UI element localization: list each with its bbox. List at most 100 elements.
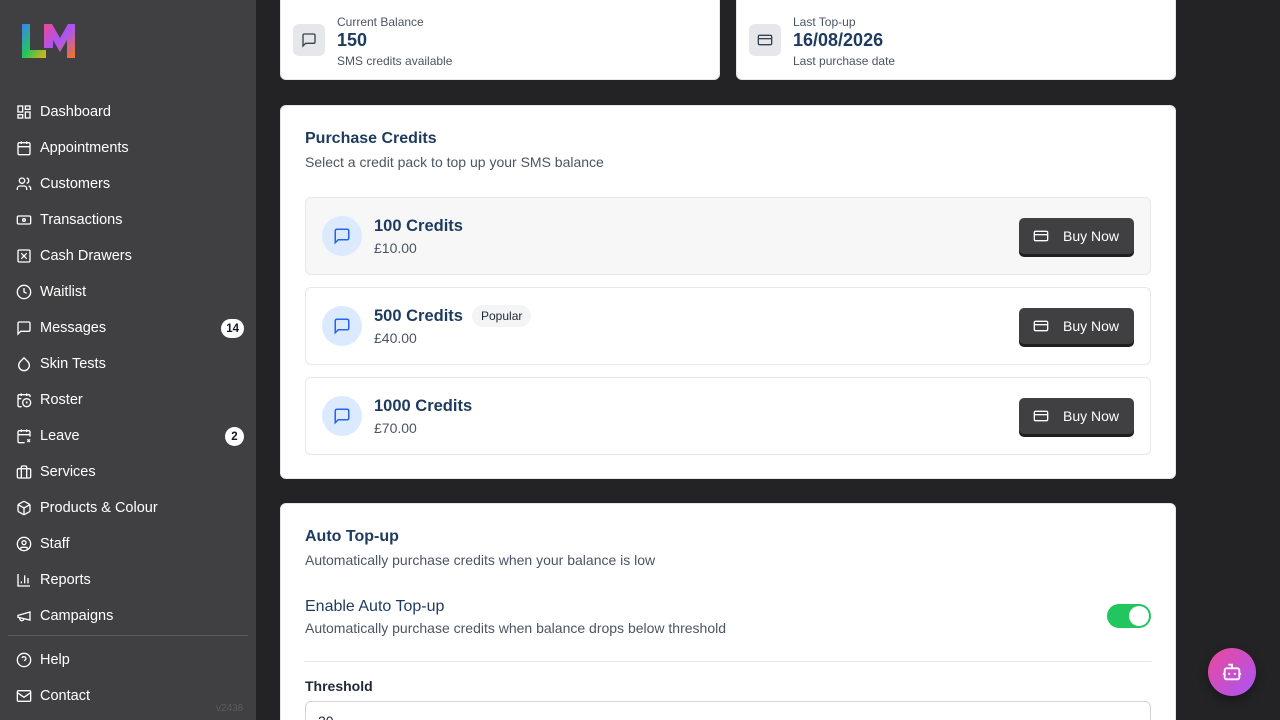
- sidebar-item-messages[interactable]: Messages 14: [8, 310, 248, 346]
- sidebar-nav: Dashboard Appointments Customers Transac…: [8, 94, 248, 634]
- stat-label: Last Top-up: [793, 15, 856, 29]
- message-icon: [293, 24, 325, 56]
- briefcase-icon: [16, 465, 32, 479]
- enable-auto-topup-description: Automatically purchase credits when bala…: [305, 620, 727, 636]
- sidebar-item-label: Products & Colour: [40, 500, 158, 516]
- bar-chart-icon: [17, 574, 30, 587]
- sidebar-item-label: Leave: [40, 428, 80, 444]
- button-label: Buy Now: [1063, 408, 1120, 424]
- message-icon: [17, 321, 31, 336]
- threshold-input[interactable]: [305, 701, 1151, 720]
- sidebar-item-label: Staff: [40, 536, 70, 552]
- last-topup-card: Last Top-up 16/08/2026 Last purchase dat…: [736, 0, 1176, 80]
- leave-count-badge: 2: [225, 427, 244, 446]
- sidebar-item-reports[interactable]: Reports: [8, 562, 248, 598]
- buy-now-button[interactable]: Buy Now: [1019, 308, 1134, 344]
- sidebar-item-leave[interactable]: Leave 2: [8, 418, 248, 454]
- sidebar-item-products-colour[interactable]: Products & Colour: [8, 490, 248, 526]
- stat-label: Current Balance: [337, 15, 424, 29]
- sidebar-item-label: Help: [40, 652, 70, 668]
- credit-card-icon: [1033, 230, 1049, 242]
- sidebar-item-label: Campaigns: [40, 608, 114, 624]
- cash-drawer-icon: [17, 249, 31, 263]
- sidebar-item-contact[interactable]: Contact: [8, 678, 248, 714]
- stat-subtext: Last purchase date: [793, 54, 896, 68]
- button-label: Buy Now: [1063, 318, 1120, 334]
- sidebar-item-staff[interactable]: Staff: [8, 526, 248, 562]
- popular-badge: Popular: [472, 305, 532, 327]
- message-icon: [322, 216, 362, 256]
- toggle-knob: [1129, 606, 1149, 626]
- sidebar-item-label: Skin Tests: [40, 356, 106, 372]
- assistant-bot-button[interactable]: [1208, 648, 1256, 696]
- section-title: Purchase Credits: [305, 130, 437, 147]
- sidebar-item-dashboard[interactable]: Dashboard: [8, 94, 248, 130]
- bot-icon: [1222, 663, 1242, 681]
- credit-card-icon: [749, 24, 781, 56]
- sidebar-item-roster[interactable]: Roster: [8, 382, 248, 418]
- droplet-icon: [18, 356, 30, 372]
- stat-subtext: SMS credits available: [337, 54, 453, 68]
- pack-name: 1000 Credits: [374, 397, 473, 415]
- pack-price: £40.00: [374, 330, 417, 346]
- calendar-x-icon: [17, 429, 31, 444]
- sidebar-item-campaigns[interactable]: Campaigns: [8, 598, 248, 634]
- package-icon: [17, 500, 31, 516]
- sidebar-item-skin-tests[interactable]: Skin Tests: [8, 346, 248, 382]
- clock-icon: [16, 284, 32, 300]
- sidebar-item-label: Waitlist: [40, 284, 87, 300]
- auto-topup-card: Auto Top-up Automatically purchase credi…: [280, 503, 1176, 720]
- button-label: Buy Now: [1063, 228, 1120, 244]
- sidebar-item-label: Customers: [40, 176, 111, 192]
- pack-price: £70.00: [374, 420, 417, 436]
- sidebar-item-label: Appointments: [40, 140, 129, 156]
- purchase-credits-card: Purchase Credits Select a credit pack to…: [280, 105, 1176, 479]
- sidebar-item-cash-drawers[interactable]: Cash Drawers: [8, 238, 248, 274]
- dashboard-icon: [17, 105, 31, 119]
- buy-now-button[interactable]: Buy Now: [1019, 218, 1134, 254]
- messages-count-badge: 14: [221, 319, 244, 338]
- section-title: Auto Top-up: [305, 528, 399, 545]
- banknote-icon: [16, 215, 32, 225]
- sidebar-divider: [8, 635, 248, 636]
- last-topup-value: 16/08/2026: [793, 30, 884, 50]
- user-circle-icon: [16, 536, 32, 552]
- credit-card-icon: [1033, 320, 1049, 332]
- message-icon: [322, 306, 362, 346]
- sidebar: Dashboard Appointments Customers Transac…: [0, 0, 256, 720]
- sidebar-item-services[interactable]: Services: [8, 454, 248, 490]
- auto-topup-toggle[interactable]: [1107, 604, 1151, 628]
- sidebar-item-customers[interactable]: Customers: [8, 166, 248, 202]
- sidebar-item-appointments[interactable]: Appointments: [8, 130, 248, 166]
- threshold-label: Threshold: [305, 678, 373, 694]
- pack-price: £10.00: [374, 240, 417, 256]
- credit-pack-1000[interactable]: 1000 Credits £70.00 Buy Now: [305, 377, 1151, 455]
- enable-auto-topup-label: Enable Auto Top-up: [305, 598, 445, 615]
- sidebar-item-label: Dashboard: [40, 104, 111, 120]
- credit-card-icon: [1033, 410, 1049, 422]
- sidebar-item-waitlist[interactable]: Waitlist: [8, 274, 248, 310]
- sidebar-item-label: Transactions: [40, 212, 123, 228]
- pack-name: 100 Credits: [374, 217, 463, 235]
- app-version: v2438: [216, 703, 244, 714]
- sidebar-bottom-nav: Help Contact: [8, 642, 248, 714]
- sidebar-item-label: Cash Drawers: [40, 248, 132, 264]
- megaphone-icon: [17, 611, 31, 622]
- sidebar-item-help[interactable]: Help: [8, 642, 248, 678]
- sidebar-item-label: Roster: [40, 392, 83, 408]
- calendar-icon: [17, 141, 31, 156]
- credit-pack-500[interactable]: 500 Credits Popular £40.00 Buy Now: [305, 287, 1151, 365]
- sidebar-item-label: Messages: [40, 320, 107, 336]
- sidebar-item-label: Contact: [40, 688, 90, 704]
- message-icon: [322, 396, 362, 436]
- users-icon: [16, 177, 32, 190]
- calendar-clock-icon: [17, 393, 32, 408]
- buy-now-button[interactable]: Buy Now: [1019, 398, 1134, 434]
- section-description: Automatically purchase credits when your…: [305, 552, 656, 568]
- sidebar-item-transactions[interactable]: Transactions: [8, 202, 248, 238]
- lm-logo[interactable]: [20, 20, 76, 60]
- credit-pack-100[interactable]: 100 Credits £10.00 Buy Now: [305, 197, 1151, 275]
- section-description: Select a credit pack to top up your SMS …: [305, 154, 604, 170]
- help-circle-icon: [16, 652, 32, 668]
- pack-name: 500 Credits: [374, 307, 463, 325]
